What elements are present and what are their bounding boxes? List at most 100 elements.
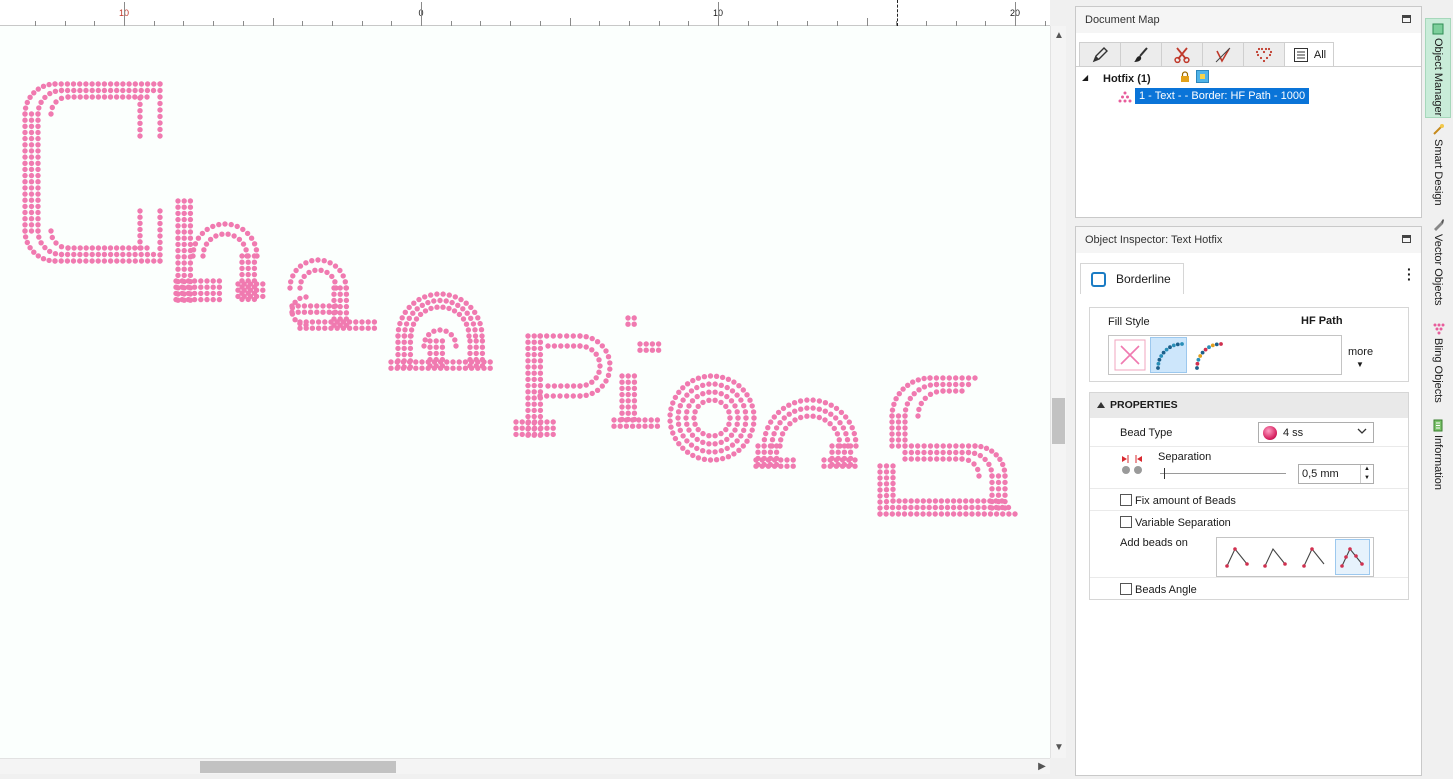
bead: [137, 214, 143, 220]
bead: [35, 228, 41, 234]
separation-slider[interactable]: [1160, 468, 1286, 479]
scroll-up-arrow-icon[interactable]: ▲: [1051, 28, 1067, 44]
bead: [792, 417, 798, 423]
fill-none-option[interactable]: [1111, 337, 1148, 373]
bead: [28, 129, 35, 136]
bead: [736, 383, 742, 389]
bead: [132, 94, 138, 100]
vector-objects-icon: [1433, 219, 1444, 231]
bead: [791, 400, 798, 406]
bead: [921, 443, 927, 449]
bead: [959, 449, 965, 456]
scroll-down-arrow-icon[interactable]: ▼: [1051, 740, 1067, 756]
bead: [550, 393, 556, 399]
lock-icon[interactable]: [1180, 71, 1190, 86]
tab-all[interactable]: All: [1284, 42, 1334, 67]
bead: [395, 345, 401, 352]
vertical-scroll-thumb[interactable]: [1052, 398, 1065, 444]
side-tab-vector-objects[interactable]: Vector Objects: [1425, 214, 1451, 317]
brush-icon[interactable]: [1120, 42, 1162, 66]
side-tab-object-manager[interactable]: Object Manager: [1425, 18, 1451, 118]
beads-on-path-option-2[interactable]: [1258, 539, 1294, 575]
bead: [38, 99, 44, 106]
bead: [77, 245, 83, 251]
bead: [833, 463, 840, 469]
bead: [735, 415, 741, 421]
bead: [902, 456, 908, 462]
bead: [570, 393, 576, 399]
more-button[interactable]: more ▼: [1348, 346, 1373, 370]
horizontal-scrollbar[interactable]: ▶: [0, 758, 1050, 774]
champions-bead-design[interactable]: [0, 26, 1050, 758]
bead: [731, 451, 737, 457]
bead: [126, 81, 132, 87]
bead: [537, 370, 544, 376]
separation-slider-handle[interactable]: [1164, 468, 1165, 479]
checkbox-box[interactable]: [1120, 583, 1132, 595]
bead: [889, 443, 895, 449]
bead: [908, 449, 915, 456]
checkbox-box[interactable]: [1120, 516, 1132, 528]
bead: [677, 403, 683, 409]
tree-item-text-border[interactable]: 1 - Text - - Border: HF Path - 1000: [1135, 88, 1310, 104]
bead: [883, 504, 890, 511]
bead: [706, 449, 712, 455]
minimize-icon[interactable]: [1402, 235, 1411, 243]
bead: [700, 399, 706, 406]
pencil-icon[interactable]: [1079, 42, 1121, 66]
tree-group-hotfix[interactable]: Hotfix (1): [1103, 73, 1151, 85]
variable-separation-checkbox[interactable]: Variable Separation: [1120, 516, 1231, 529]
collapse-icon[interactable]: ◢: [1082, 73, 1088, 82]
bead: [28, 179, 35, 185]
beads-on-path-option-1[interactable]: [1219, 539, 1255, 575]
checkbox-box[interactable]: [1120, 494, 1132, 506]
bead: [593, 375, 599, 381]
fill-hf-path-color-option[interactable]: [1189, 337, 1226, 373]
heart-beads-icon[interactable]: [1243, 42, 1285, 66]
bead: [292, 299, 298, 305]
visibility-icon[interactable]: [1196, 70, 1209, 86]
needle-icon[interactable]: [1202, 42, 1244, 66]
spin-buttons[interactable]: ▲ ▼: [1360, 465, 1373, 483]
design-canvas[interactable]: [0, 26, 1050, 758]
horizontal-scroll-thumb[interactable]: [200, 761, 396, 773]
beads-angle-checkbox[interactable]: Beads Angle: [1120, 583, 1197, 596]
bead: [877, 499, 883, 505]
side-tab-smart-design[interactable]: Smart Design: [1425, 119, 1451, 213]
bead: [22, 166, 28, 173]
bead: [144, 251, 151, 258]
tab-borderline[interactable]: Borderline: [1080, 263, 1184, 294]
bead: [35, 111, 41, 117]
bead: [915, 456, 921, 462]
bead: [583, 392, 589, 398]
bead: [204, 296, 210, 303]
scissors-icon[interactable]: [1161, 42, 1203, 66]
bead: [251, 259, 258, 265]
bead: [603, 378, 609, 384]
minimize-icon[interactable]: [1402, 15, 1411, 23]
bead: [450, 365, 456, 371]
separation-spinbox[interactable]: 0,5 mm ▲ ▼: [1298, 464, 1374, 484]
bead: [827, 421, 833, 427]
beads-on-path-option-3[interactable]: [1296, 539, 1332, 575]
bead: [433, 344, 439, 350]
side-tab-information[interactable]: Information: [1425, 415, 1451, 501]
properties-header[interactable]: PROPERTIES: [1090, 393, 1408, 418]
bead: [439, 356, 446, 363]
side-tab-bling-objects[interactable]: Bling Objects: [1425, 318, 1451, 414]
fill-hf-path-option[interactable]: [1150, 337, 1187, 373]
scroll-right-arrow-icon[interactable]: ▶: [1034, 759, 1050, 775]
bead: [456, 359, 462, 365]
bead-type-select[interactable]: 4 ss: [1258, 422, 1374, 443]
beads-on-path-option-4[interactable]: [1334, 539, 1371, 575]
kebab-menu-icon[interactable]: · · ·: [1407, 262, 1412, 286]
bead: [320, 303, 326, 309]
bead: [944, 498, 951, 504]
vertical-scrollbar[interactable]: ▲ ▼: [1050, 26, 1066, 758]
bead: [816, 414, 822, 421]
bead: [200, 253, 206, 259]
bead: [829, 449, 835, 455]
fix-amount-checkbox[interactable]: Fix amount of Beads: [1120, 494, 1236, 507]
bead: [95, 94, 102, 100]
bead: [472, 309, 478, 315]
